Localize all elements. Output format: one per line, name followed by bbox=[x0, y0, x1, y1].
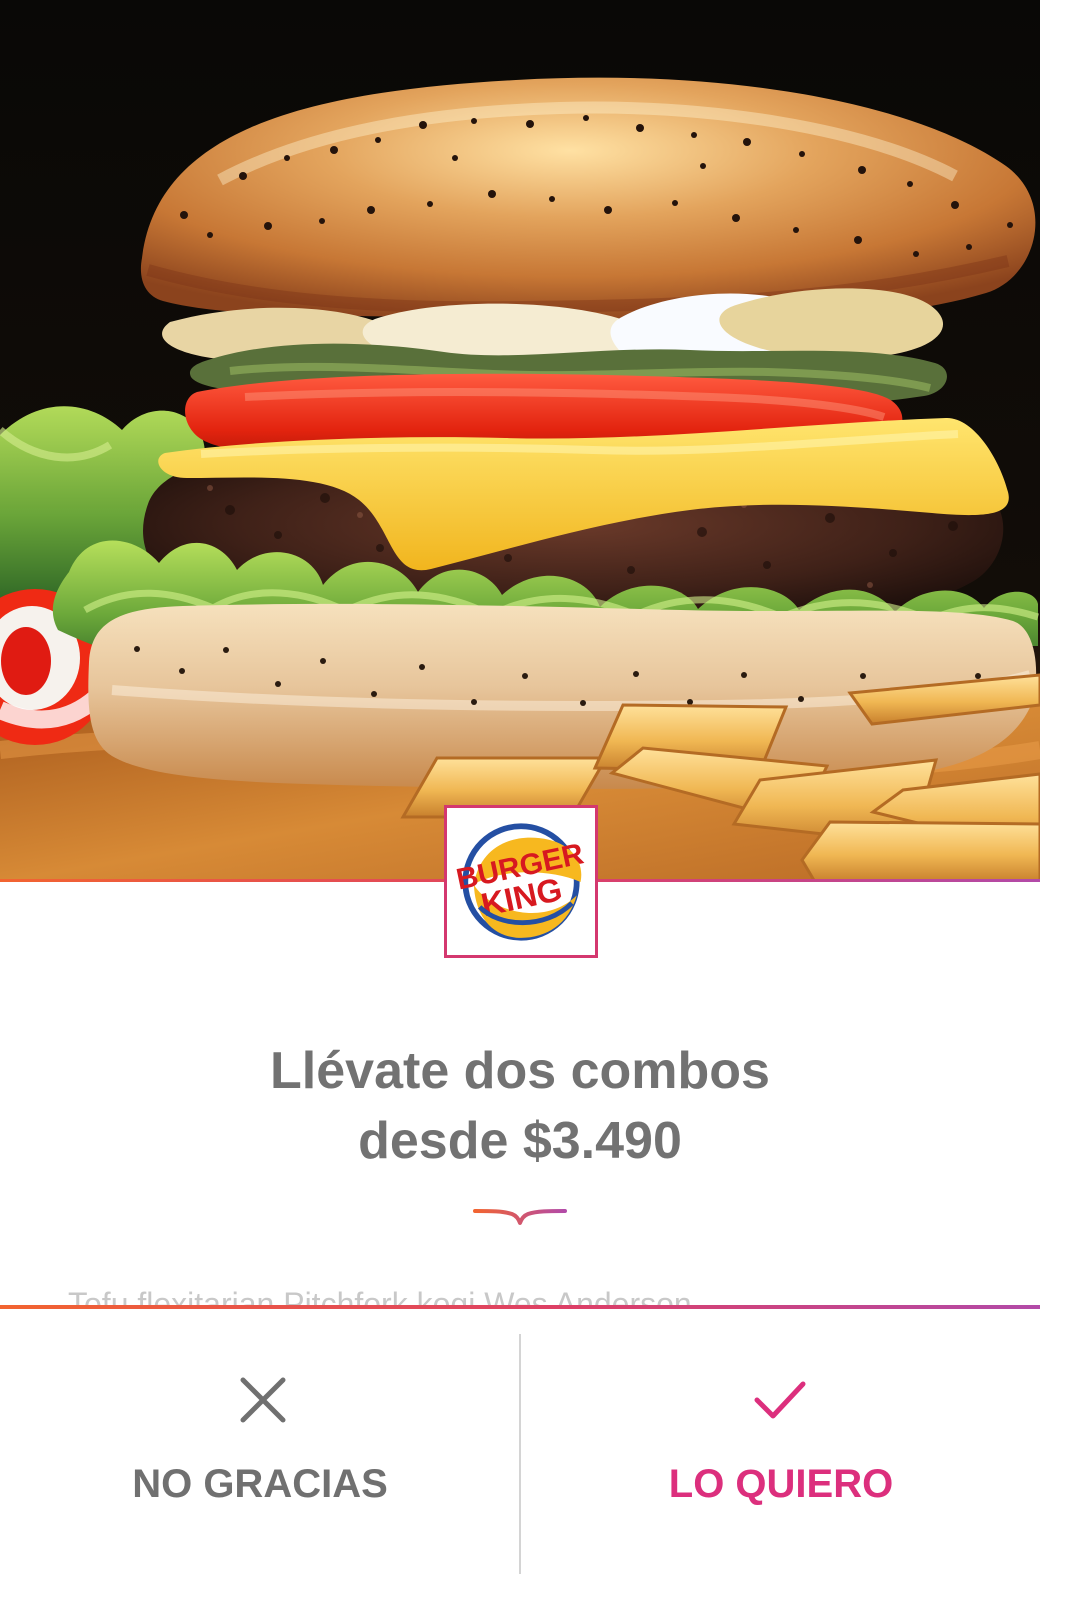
offer-screen: { "offer": { "title_line_1": "Llévate do… bbox=[0, 0, 1073, 1618]
offer-title-line-2: desde $3.490 bbox=[358, 1112, 682, 1170]
close-icon bbox=[233, 1370, 293, 1430]
wave-divider-icon bbox=[473, 1209, 567, 1225]
offer-hero-image bbox=[0, 0, 1040, 882]
burger-king-logo: BURGER KING bbox=[444, 805, 598, 958]
burger-and-fries-photo bbox=[0, 0, 1040, 882]
accept-button-label: LO QUIERO bbox=[668, 1462, 894, 1506]
offer-title-line-1: Llévate dos combos bbox=[270, 1042, 770, 1100]
checkmark-icon bbox=[749, 1370, 809, 1430]
offer-title: Llévate dos combos desde $3.490 bbox=[195, 1036, 845, 1176]
burger-king-logo-mark: BURGER KING bbox=[453, 823, 587, 941]
decline-button-label: NO GRACIAS bbox=[132, 1462, 388, 1506]
action-bar-gradient-line bbox=[0, 1305, 1040, 1309]
decline-button[interactable]: NO GRACIAS bbox=[0, 1358, 520, 1558]
accept-button[interactable]: LO QUIERO bbox=[521, 1358, 1041, 1558]
